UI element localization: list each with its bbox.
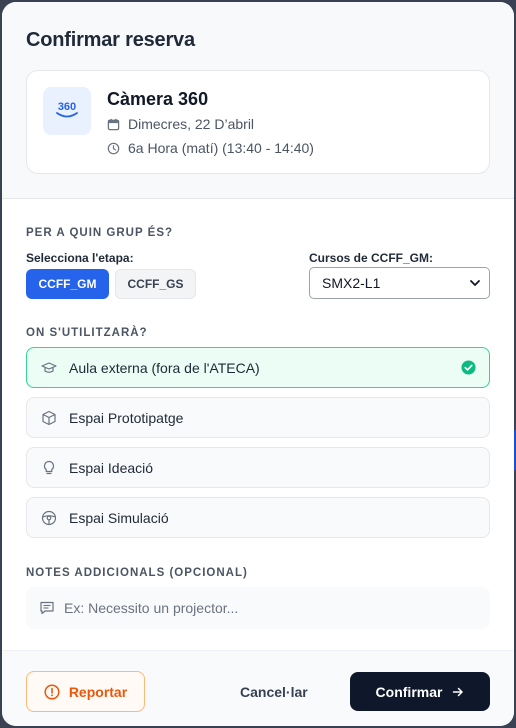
location-option-label: Aula externa (fora de l'ATECA) bbox=[69, 360, 260, 376]
check-circle-icon bbox=[461, 360, 476, 375]
location-option-label: Espai Ideació bbox=[69, 460, 154, 476]
arrow-right-icon bbox=[453, 687, 464, 696]
course-select[interactable]: SMX2-L1 bbox=[309, 267, 490, 299]
group-section-heading: PER A QUIN GRUP ÉS? bbox=[26, 227, 174, 239]
stage-button-ccff-gm[interactable]: CCFF_GM bbox=[26, 269, 109, 299]
notes-section-heading: NOTES ADDICIONALS (OPCIONAL) bbox=[26, 567, 248, 579]
location-option-label: Espai Prototipatge bbox=[69, 410, 184, 426]
cube-icon bbox=[42, 410, 56, 426]
calendar-icon bbox=[107, 118, 120, 130]
location-option-label: Espai Simulació bbox=[69, 510, 169, 526]
resource-card: 360 Càmera 360 Dimecres, 22 D’abril 6a H… bbox=[26, 70, 490, 174]
location-option-espai-ideacio[interactable]: Espai Ideació bbox=[26, 447, 490, 488]
notes-input[interactable] bbox=[64, 587, 474, 629]
confirm-button[interactable]: Confirmar bbox=[350, 672, 490, 711]
camera-360-icon-text: 360 bbox=[58, 101, 76, 113]
course-select-value: SMX2-L1 bbox=[322, 275, 381, 291]
resource-time: 6a Hora (matí) (13:40 - 14:40) bbox=[128, 140, 314, 156]
confirm-reservation-modal: Confirmar reserva 360 Càmera 360 Dimecre… bbox=[2, 2, 514, 726]
report-button[interactable]: Reportar bbox=[26, 671, 145, 712]
steering-wheel-icon bbox=[41, 510, 57, 526]
modal-title: Confirmar reserva bbox=[26, 29, 195, 51]
notes-field[interactable] bbox=[26, 587, 490, 629]
location-option-aula-externa[interactable]: Aula externa (fora de l'ATECA) bbox=[26, 347, 490, 388]
modal-footer: Reportar Cancel·lar Confirmar bbox=[2, 650, 514, 726]
report-button-label: Reportar bbox=[68, 683, 128, 700]
resource-name: Càmera 360 bbox=[107, 89, 209, 109]
graduation-cap-icon bbox=[41, 362, 57, 373]
clock-icon bbox=[107, 142, 120, 154]
cancel-button[interactable]: Cancel·lar bbox=[240, 684, 308, 700]
resource-date-row: Dimecres, 22 D’abril bbox=[107, 116, 254, 132]
location-option-espai-prototipatge[interactable]: Espai Prototipatge bbox=[26, 397, 490, 438]
confirm-button-label: Confirmar bbox=[375, 683, 443, 700]
alert-circle-icon bbox=[44, 683, 60, 700]
stage-button-ccff-gs[interactable]: CCFF_GS bbox=[115, 269, 196, 299]
resource-time-row: 6a Hora (matí) (13:40 - 14:40) bbox=[107, 140, 314, 156]
location-option-espai-simulacio[interactable]: Espai Simulació bbox=[26, 497, 490, 538]
message-icon bbox=[40, 601, 54, 615]
stage-label: Selecciona l'etapa: bbox=[26, 251, 134, 265]
camera-360-icon: 360 bbox=[43, 87, 91, 135]
modal-header-section: Confirmar reserva 360 Càmera 360 Dimecre… bbox=[2, 2, 514, 199]
lightbulb-icon bbox=[43, 460, 55, 475]
resource-date: Dimecres, 22 D’abril bbox=[128, 116, 255, 132]
chevron-down-icon bbox=[470, 280, 480, 286]
location-section-heading: ON S'UTILITZARÀ? bbox=[26, 327, 148, 339]
course-label: Cursos de CCFF_GM: bbox=[309, 251, 434, 265]
